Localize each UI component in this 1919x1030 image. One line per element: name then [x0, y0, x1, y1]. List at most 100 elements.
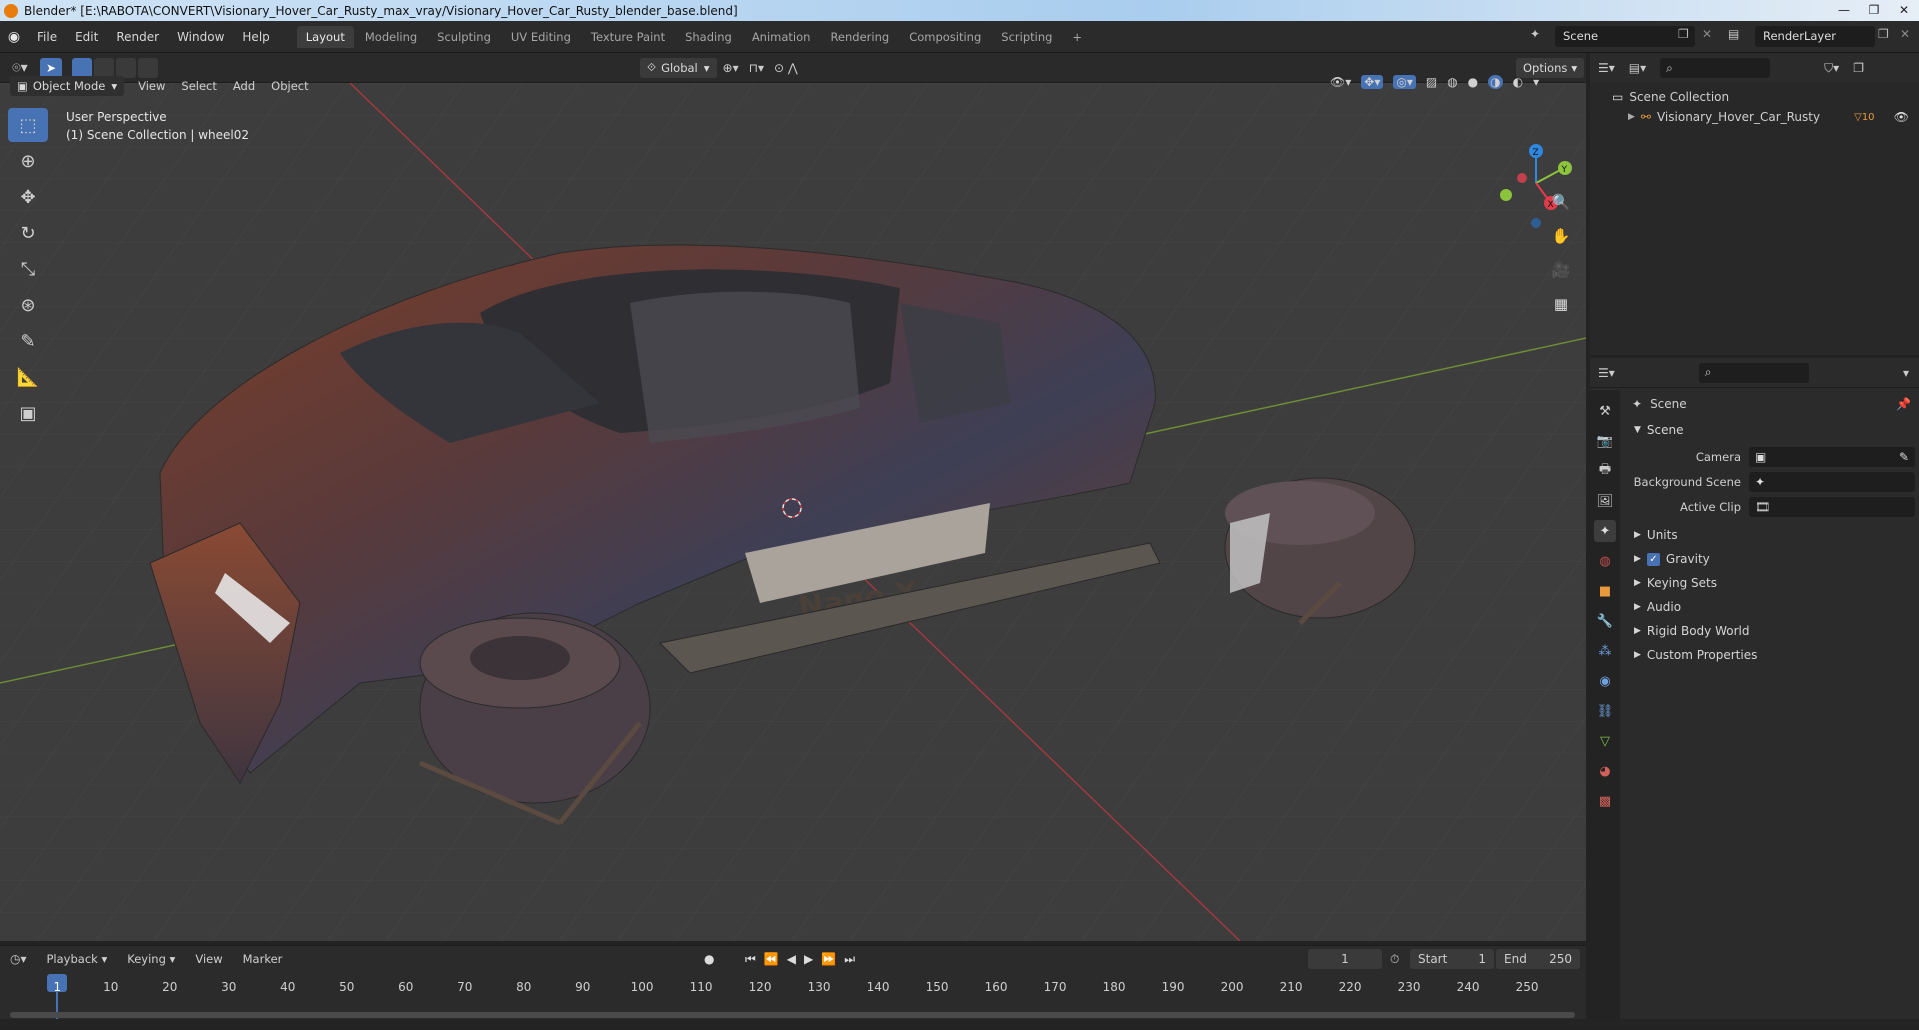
pivot-point-icon[interactable]: ⊕▾: [723, 61, 739, 75]
select-box-tool-icon[interactable]: ⬚: [8, 108, 48, 142]
viewport-menu-select[interactable]: Select: [173, 77, 224, 95]
shading-options-icon[interactable]: ▾: [1533, 75, 1539, 89]
scene-field[interactable]: Scene: [1555, 26, 1695, 47]
scene-remove-icon[interactable]: ✕: [1702, 27, 1712, 41]
tab-layout[interactable]: Layout: [296, 25, 354, 48]
gizmo-toggle-icon[interactable]: ✥▾: [1361, 75, 1384, 89]
panel-audio[interactable]: ▶ Audio: [1624, 595, 1919, 619]
tab-modeling[interactable]: Modeling: [356, 26, 426, 48]
annotate-tool-icon[interactable]: ✎: [8, 324, 48, 358]
material-tab-icon[interactable]: ◕: [1594, 760, 1616, 782]
outliner-search-input[interactable]: ⌕: [1660, 58, 1771, 78]
viewport-menu-add[interactable]: Add: [225, 77, 263, 95]
scene-selector-icon[interactable]: ✦: [1530, 27, 1540, 41]
outliner-row-object[interactable]: ▶ ⚯ Visionary_Hover_Car_Rusty ▽10 👁: [1590, 107, 1919, 127]
rotate-tool-icon[interactable]: ↻: [8, 216, 48, 250]
properties-options-icon[interactable]: ▾: [1903, 366, 1909, 380]
wireframe-shading-icon[interactable]: ◍: [1447, 75, 1457, 89]
scene-tab-icon[interactable]: ✦: [1594, 520, 1616, 542]
rendered-shading-icon[interactable]: ◐: [1513, 75, 1523, 89]
timeline-scrollbar[interactable]: [10, 1012, 1575, 1018]
menu-help[interactable]: Help: [233, 30, 278, 44]
eyedropper-icon[interactable]: ✎: [1899, 450, 1909, 464]
editor-type-icon[interactable]: ⌾▾: [0, 60, 40, 76]
data-tab-icon[interactable]: ▽: [1594, 730, 1616, 752]
render-layer-field[interactable]: RenderLayer: [1755, 26, 1875, 47]
close-button[interactable]: ✕: [1889, 0, 1919, 20]
material-shading-icon[interactable]: ◑: [1488, 75, 1503, 89]
scale-tool-icon[interactable]: ⤡: [8, 252, 48, 286]
outliner-row-scene-collection[interactable]: ▭ Scene Collection: [1590, 87, 1919, 107]
measure-tool-icon[interactable]: 📐: [8, 360, 48, 394]
physics-tab-icon[interactable]: ◉: [1594, 670, 1616, 692]
xray-icon[interactable]: ▨: [1426, 75, 1437, 89]
proportional-editing-icon[interactable]: ⊙ ⋀: [774, 61, 798, 75]
cursor-tool-icon[interactable]: ⊕: [8, 144, 48, 178]
tool-tab-icon[interactable]: ⚒: [1594, 400, 1616, 422]
menu-window[interactable]: Window: [168, 30, 233, 44]
visibility-eye-icon[interactable]: 👁: [1894, 110, 1909, 124]
panel-rigid-body-world[interactable]: ▶ Rigid Body World: [1624, 619, 1919, 643]
pin-icon[interactable]: 📌: [1896, 397, 1911, 411]
outliner-editor-icon[interactable]: ☰▾: [1598, 61, 1615, 75]
new-collection-icon[interactable]: ❐: [1853, 61, 1864, 75]
move-tool-icon[interactable]: ✥: [8, 180, 48, 214]
display-mode-icon[interactable]: ▤▾: [1629, 61, 1646, 75]
perspective-toggle-icon[interactable]: ▦: [1547, 290, 1575, 318]
properties-search-input[interactable]: ⌕: [1698, 362, 1809, 383]
view-layer-tab-icon[interactable]: 🖼: [1594, 490, 1616, 512]
properties-editor-icon[interactable]: ☰▾: [1598, 366, 1615, 380]
texture-tab-icon[interactable]: ▩: [1594, 790, 1616, 812]
view-layer-icon[interactable]: ▤: [1728, 27, 1739, 41]
viewport-menu-view[interactable]: View: [130, 77, 173, 95]
background-scene-field[interactable]: ✦: [1749, 471, 1915, 492]
constraints-tab-icon[interactable]: ⛓: [1594, 700, 1616, 722]
active-clip-field[interactable]: 🎞: [1749, 496, 1915, 517]
visibility-icon[interactable]: 👁▾: [1330, 75, 1351, 89]
tab-scripting[interactable]: Scripting: [992, 26, 1061, 48]
tab-rendering[interactable]: Rendering: [821, 26, 898, 48]
tab-texture-paint[interactable]: Texture Paint: [582, 26, 674, 48]
menu-file[interactable]: File: [28, 30, 66, 44]
viewport-menu-object[interactable]: Object: [263, 77, 316, 95]
transform-tool-icon[interactable]: ⊛: [8, 288, 48, 322]
zoom-icon[interactable]: 🔍: [1547, 188, 1575, 216]
tab-uv-editing[interactable]: UV Editing: [502, 26, 580, 48]
minimize-button[interactable]: —: [1829, 0, 1859, 20]
menu-edit[interactable]: Edit: [66, 30, 107, 44]
mode-dropdown[interactable]: ▣ Object Mode ▾: [10, 76, 125, 96]
pan-hand-icon[interactable]: ✋: [1547, 222, 1575, 250]
3d-viewport[interactable]: Nano-X Z Y X: [0, 83, 1586, 941]
tab-sculpting[interactable]: Sculpting: [428, 26, 500, 48]
gravity-checkbox[interactable]: ✓: [1646, 552, 1660, 566]
tab-compositing[interactable]: Compositing: [900, 26, 990, 48]
output-tab-icon[interactable]: 🖶: [1594, 460, 1616, 482]
camera-view-icon[interactable]: 🎥: [1547, 256, 1575, 284]
snap-icon[interactable]: ⊓▾: [749, 61, 764, 75]
maximize-button[interactable]: ❐: [1859, 0, 1889, 20]
modifier-tab-icon[interactable]: 🔧: [1594, 610, 1616, 632]
scene-copy-icon[interactable]: ❐: [1678, 27, 1689, 41]
add-workspace-icon[interactable]: +: [1063, 26, 1091, 48]
overlays-icon[interactable]: ◎▾: [1393, 75, 1416, 89]
render-tab-icon[interactable]: 📷: [1594, 430, 1616, 452]
panel-gravity[interactable]: ▶ ✓ Gravity: [1624, 547, 1919, 571]
add-cube-tool-icon[interactable]: ▣: [8, 396, 48, 430]
tab-animation[interactable]: Animation: [743, 26, 820, 48]
render-layer-copy-icon[interactable]: ❐: [1878, 27, 1889, 41]
camera-field[interactable]: ▣ ✎: [1749, 446, 1915, 467]
panel-custom-properties[interactable]: ▶ Custom Properties: [1624, 643, 1919, 667]
panel-scene-header[interactable]: ▼ Scene: [1624, 418, 1919, 442]
menu-render[interactable]: Render: [107, 30, 168, 44]
tab-shading[interactable]: Shading: [676, 26, 741, 48]
filter-icon[interactable]: ⛉▾: [1824, 61, 1839, 76]
particles-tab-icon[interactable]: ⁂: [1594, 640, 1616, 662]
expand-arrow-icon[interactable]: ▶: [1628, 112, 1635, 122]
render-layer-remove-icon[interactable]: ✕: [1900, 27, 1910, 41]
panel-units[interactable]: ▶ Units: [1624, 523, 1919, 547]
object-tab-icon[interactable]: ■: [1594, 580, 1616, 602]
world-tab-icon[interactable]: ◍: [1594, 550, 1616, 572]
solid-shading-icon[interactable]: ●: [1468, 75, 1478, 89]
panel-keying-sets[interactable]: ▶ Keying Sets: [1624, 571, 1919, 595]
blender-menu-icon[interactable]: ◉: [0, 29, 28, 45]
